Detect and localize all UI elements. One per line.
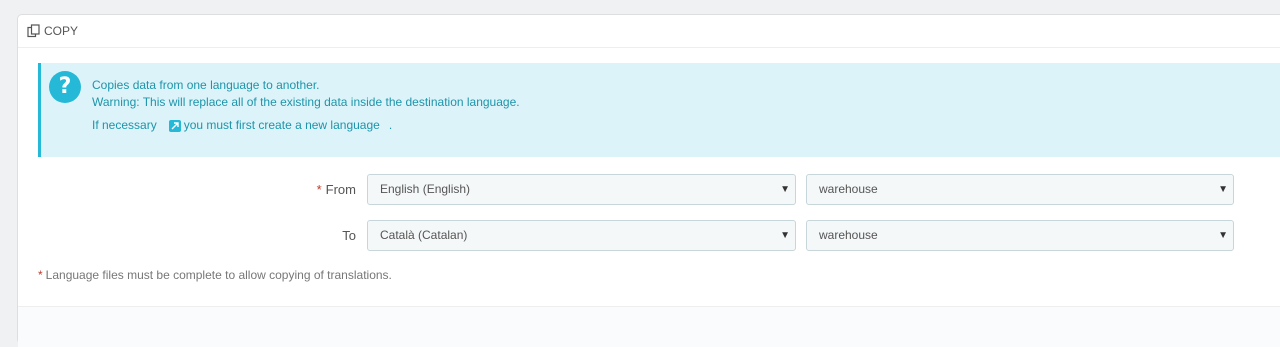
to-theme-select[interactable]: warehouse ▼ <box>806 220 1234 251</box>
alert-line-3-suffix: . <box>388 118 393 132</box>
from-language-value: English (English) <box>380 182 471 196</box>
from-row: * From English (English) ▼ warehouse ▼ <box>18 174 1268 205</box>
external-link-icon[interactable] <box>168 119 181 132</box>
to-theme-value: warehouse <box>819 228 878 242</box>
chevron-down-icon: ▼ <box>780 230 790 241</box>
to-row: To Català (Catalan) ▼ warehouse ▼ <box>18 220 1268 251</box>
from-language-select[interactable]: English (English) ▼ <box>367 174 796 205</box>
chevron-down-icon: ▼ <box>780 184 790 195</box>
copy-panel: Copy ? Copies data from one language to … <box>17 14 1280 347</box>
from-label: * From <box>316 182 356 197</box>
required-mark: * <box>316 182 322 197</box>
footnote: * Language files must be complete to allo… <box>38 268 392 282</box>
footnote-text: Language files must be complete to allow… <box>45 268 392 282</box>
chevron-down-icon: ▼ <box>1218 184 1228 195</box>
chevron-down-icon: ▼ <box>1218 230 1228 241</box>
alert-line-3-prefix: If necessary <box>92 118 157 132</box>
alert-line-1: Copies data from one language to another… <box>92 78 320 92</box>
panel-title: Copy <box>44 24 79 38</box>
from-theme-value: warehouse <box>819 182 878 196</box>
alert-line-2: Warning: This will replace all of the ex… <box>92 95 520 109</box>
alert-text: Copies data from one language to another… <box>92 77 520 134</box>
info-alert: ? Copies data from one language to anoth… <box>38 63 1280 157</box>
panel-heading: Copy <box>18 15 1280 48</box>
question-icon: ? <box>49 71 81 103</box>
to-label: To <box>342 228 356 243</box>
from-theme-select[interactable]: warehouse ▼ <box>806 174 1234 205</box>
copy-icon <box>27 24 41 38</box>
panel-footer <box>18 306 1280 347</box>
footnote-mark: * <box>38 268 43 282</box>
to-language-select[interactable]: Català (Catalan) ▼ <box>367 220 796 251</box>
to-language-value: Català (Catalan) <box>380 228 468 242</box>
alert-line-3: If necessary you must first create a new… <box>92 117 520 134</box>
create-language-link[interactable]: you must first create a new language <box>184 117 380 134</box>
